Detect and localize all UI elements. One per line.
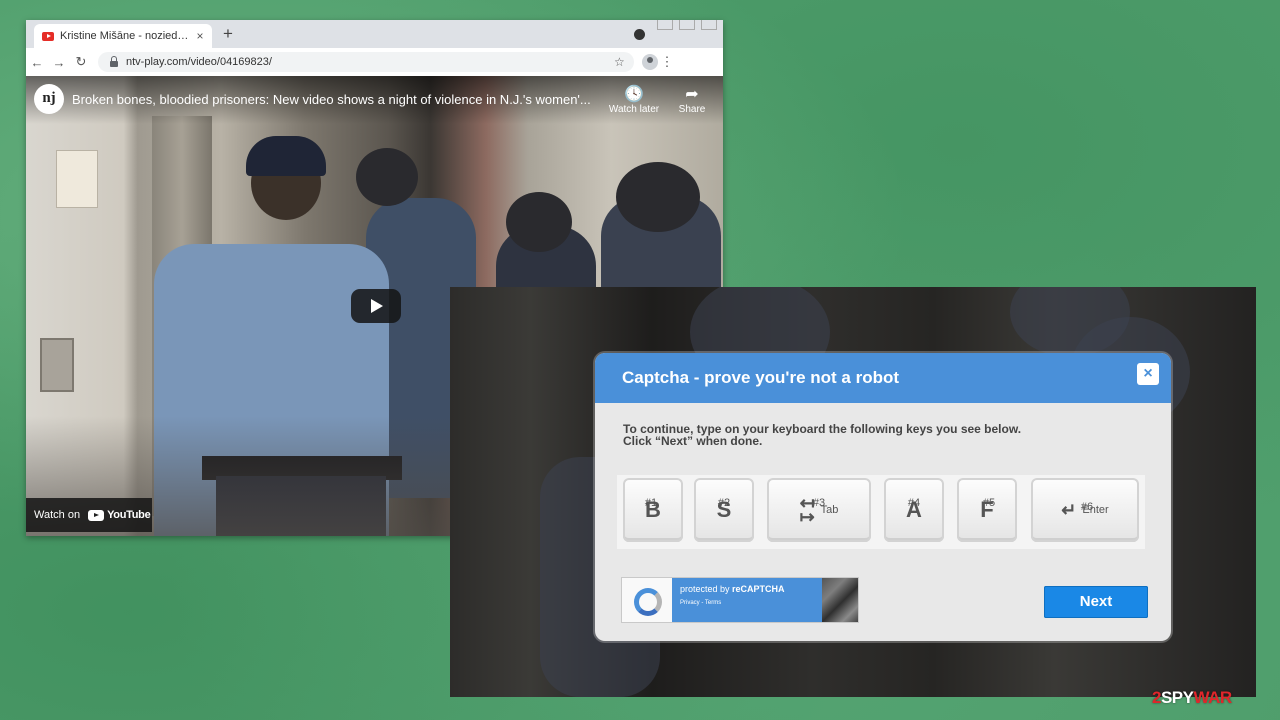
tab-bar: Kristine Mišāne - noziedznieci! × + bbox=[26, 20, 723, 48]
tab-title: Kristine Mišāne - noziedznieci! bbox=[60, 30, 192, 42]
key-number: #3 bbox=[812, 497, 826, 509]
close-window-icon[interactable] bbox=[701, 20, 717, 30]
key-number: #1 bbox=[644, 497, 658, 509]
play-button[interactable] bbox=[351, 289, 401, 323]
key-number: #5 bbox=[982, 497, 996, 509]
menu-kebab-icon[interactable]: ⋮ bbox=[658, 54, 676, 70]
video-scene-cap bbox=[246, 136, 326, 176]
maximize-icon[interactable] bbox=[679, 20, 695, 30]
key-f: F bbox=[957, 478, 1017, 542]
media-control-icon[interactable] bbox=[634, 29, 645, 40]
recaptcha-image-thumbnail bbox=[822, 578, 858, 622]
key-sequence: B S ↤ ↦ Tab A F ↵ Enter bbox=[617, 475, 1145, 549]
clock-icon: 🕓 bbox=[624, 86, 644, 103]
watch-later-label: Watch later bbox=[608, 104, 660, 115]
captcha-title: Captcha - prove you're not a robot bbox=[622, 368, 900, 387]
watermark-spy: SPY bbox=[1160, 688, 1194, 707]
instruction-line-2: Click “Next” when done. bbox=[623, 434, 763, 448]
youtube-favicon-icon bbox=[42, 31, 54, 41]
recaptcha-protected-line: protected by reCAPTCHA bbox=[680, 584, 814, 594]
video-scene-helmet bbox=[616, 162, 700, 232]
key-s: S bbox=[694, 478, 754, 542]
watermark-number: 2 bbox=[1152, 688, 1161, 707]
share-label: Share bbox=[678, 104, 706, 115]
key-number: #4 bbox=[907, 497, 921, 509]
bookmark-star-icon[interactable]: ☆ bbox=[614, 55, 634, 69]
captcha-page-screenshot: Captcha - prove you're not a robot × To … bbox=[450, 287, 1256, 697]
video-scene-wall-box bbox=[56, 150, 98, 208]
captcha-header: Captcha - prove you're not a robot × bbox=[595, 353, 1171, 403]
recaptcha-privacy-terms-link[interactable]: Privacy - Terms bbox=[680, 600, 814, 606]
watch-on-label: Watch on bbox=[34, 509, 81, 521]
key-tab: ↤ ↦ Tab bbox=[767, 478, 871, 542]
recaptcha-protected-label: protected by bbox=[680, 584, 730, 594]
key-number: #2 bbox=[717, 497, 731, 509]
youtube-logo-icon bbox=[88, 509, 105, 521]
recaptcha-logo-icon bbox=[622, 578, 672, 622]
address-url[interactable]: ntv-play.com/video/04169823/ bbox=[126, 56, 614, 68]
watermark-war: WAR bbox=[1193, 688, 1233, 707]
browser-tab[interactable]: Kristine Mišāne - noziedznieci! × bbox=[34, 24, 212, 48]
video-scene-helmet bbox=[506, 192, 572, 252]
key-number: #6 bbox=[1080, 501, 1094, 513]
site-watermark: 2SPYWAR bbox=[1152, 688, 1232, 708]
address-bar[interactable]: ntv-play.com/video/04169823/ ☆ bbox=[98, 52, 634, 72]
share-button[interactable]: ➦ Share bbox=[664, 84, 720, 115]
browser-toolbar: ← → ↻ ntv-play.com/video/04169823/ ☆ ⋮ bbox=[26, 48, 723, 76]
channel-logo[interactable]: nj bbox=[34, 84, 64, 114]
close-icon[interactable]: × bbox=[1137, 363, 1159, 385]
recaptcha-text: protected by reCAPTCHA Privacy - Terms bbox=[672, 578, 822, 622]
captcha-instructions: To continue, type on your keyboard the f… bbox=[623, 423, 1021, 447]
forward-arrow-icon[interactable]: → bbox=[48, 55, 70, 70]
watch-on-youtube-button[interactable]: Watch on YouTube bbox=[26, 498, 152, 532]
back-arrow-icon[interactable]: ← bbox=[26, 55, 48, 70]
key-b: B bbox=[623, 478, 683, 542]
window-controls bbox=[657, 20, 717, 30]
next-button[interactable]: Next bbox=[1044, 586, 1148, 618]
watch-later-button[interactable]: 🕓 Watch later bbox=[606, 84, 662, 115]
new-tab-button[interactable]: + bbox=[218, 24, 238, 44]
video-scene-switch-panel bbox=[40, 338, 74, 392]
youtube-brand-label: YouTube bbox=[107, 509, 151, 521]
video-scene-helmet bbox=[356, 148, 418, 206]
share-arrow-icon: ➦ bbox=[685, 86, 699, 103]
video-title[interactable]: Broken bones, bloodied prisoners: New vi… bbox=[72, 92, 612, 107]
reload-icon[interactable]: ↻ bbox=[70, 54, 92, 70]
recaptcha-badge[interactable]: protected by reCAPTCHA Privacy - Terms bbox=[621, 577, 859, 623]
profile-avatar-icon[interactable] bbox=[642, 54, 658, 70]
key-a: A bbox=[884, 478, 944, 542]
recaptcha-brand-label: reCAPTCHA bbox=[732, 584, 785, 594]
captcha-dialog: Captcha - prove you're not a robot × To … bbox=[595, 353, 1171, 641]
lock-icon[interactable] bbox=[110, 55, 118, 67]
minimize-icon[interactable] bbox=[657, 20, 673, 30]
tab-close-icon[interactable]: × bbox=[192, 29, 208, 43]
